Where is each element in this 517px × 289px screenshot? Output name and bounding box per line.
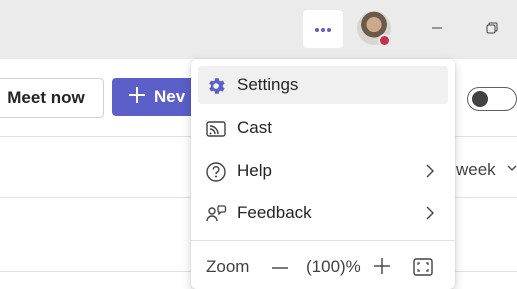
- zoom-label: Zoom: [206, 257, 250, 276]
- meet-now-button[interactable]: Meet now: [0, 78, 104, 118]
- more-options-menu: Settings Cast Help Feedback Zoom (100)%: [191, 59, 455, 289]
- chevron-right-icon: [422, 162, 438, 180]
- menu-item-label: Settings: [237, 75, 299, 94]
- zoom-in-button[interactable]: [371, 255, 393, 277]
- restore-button[interactable]: [480, 18, 504, 42]
- zoom-value: (100)%: [306, 257, 361, 276]
- menu-item-help[interactable]: Help: [198, 152, 448, 190]
- gear-icon: [205, 75, 227, 97]
- chevron-right-icon: [422, 204, 438, 222]
- view-toggle[interactable]: [467, 87, 517, 111]
- meet-now-label: Meet now: [7, 88, 85, 107]
- zoom-out-button[interactable]: [269, 257, 291, 279]
- help-icon: [205, 161, 227, 183]
- presence-status-badge: [378, 34, 391, 47]
- toggle-knob: [472, 91, 488, 107]
- zoom-controls: Zoom (100)%: [191, 251, 455, 287]
- menu-item-label: Feedback: [237, 203, 312, 222]
- more-options-button[interactable]: [303, 10, 343, 48]
- restore-icon: [486, 21, 498, 39]
- menu-item-label: Help: [237, 161, 272, 180]
- view-selector-label[interactable]: week: [456, 160, 496, 180]
- plus-icon: [128, 86, 146, 109]
- menu-divider: [191, 240, 455, 241]
- cast-icon: [205, 118, 227, 140]
- minimize-button[interactable]: [425, 18, 449, 42]
- menu-item-label: Cast: [237, 118, 272, 137]
- chevron-down-icon[interactable]: [506, 160, 517, 183]
- minimize-icon: [431, 21, 443, 39]
- feedback-icon: [205, 203, 227, 225]
- title-bar: [0, 0, 517, 59]
- menu-item-settings[interactable]: Settings: [198, 66, 448, 104]
- more-horizontal-icon: [314, 20, 332, 38]
- menu-item-feedback[interactable]: Feedback: [198, 194, 448, 232]
- new-meeting-label: Nev: [154, 87, 186, 106]
- menu-item-cast[interactable]: Cast: [198, 109, 448, 147]
